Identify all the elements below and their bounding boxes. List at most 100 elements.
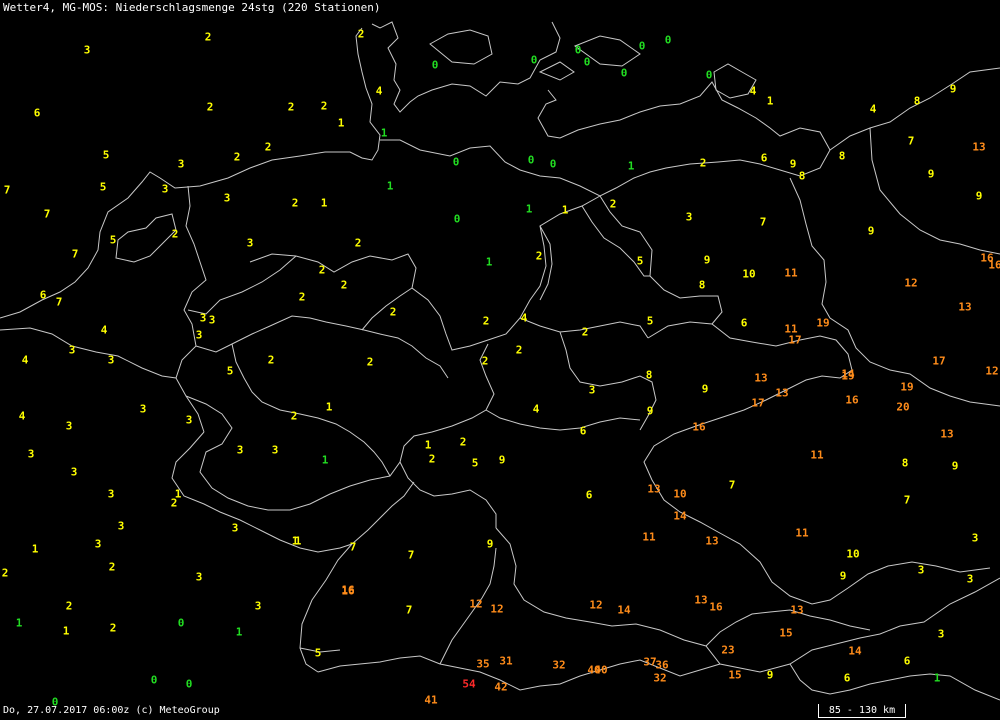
station-value: 0 — [452, 155, 460, 169]
station-value: 1 — [325, 400, 333, 414]
station-value: 2 — [233, 150, 241, 164]
station-value: 12 — [490, 602, 504, 616]
station-value: 16 — [988, 258, 1000, 272]
state-borders-6 — [539, 205, 650, 301]
station-value: 14 — [617, 603, 631, 617]
station-value: 3 — [231, 521, 239, 535]
station-value: 7 — [407, 548, 415, 562]
station-value: 9 — [646, 404, 654, 418]
station-value: 8 — [698, 278, 706, 292]
station-value: 13 — [972, 140, 986, 154]
station-value: 11 — [810, 448, 824, 462]
station-value: 1 — [766, 94, 774, 108]
station-value: 0 — [431, 58, 439, 72]
station-value: 2 — [354, 236, 362, 250]
station-value: 1 — [337, 116, 345, 130]
station-value: 3 — [685, 210, 693, 224]
station-value: 0 — [453, 212, 461, 226]
station-value: 3 — [68, 343, 76, 357]
station-value: 1 — [627, 159, 635, 173]
station-value: 7 — [903, 493, 911, 507]
state-borders-9 — [299, 547, 497, 665]
station-value: 2 — [170, 496, 178, 510]
station-value: 1 — [424, 438, 432, 452]
station-value: 3 — [223, 191, 231, 205]
station-value: 16 — [845, 393, 859, 407]
state-borders-1 — [249, 195, 601, 351]
station-value: 2 — [264, 140, 272, 154]
station-value: 8 — [913, 94, 921, 108]
station-value: 3 — [177, 157, 185, 171]
station-value: 9 — [927, 167, 935, 181]
station-value: 2 — [581, 325, 589, 339]
station-value: 5 — [314, 646, 322, 660]
station-value: 32 — [552, 658, 566, 672]
station-value: 7 — [759, 215, 767, 229]
station-value: 1 — [933, 671, 941, 685]
station-value: 4 — [520, 311, 528, 325]
footer-timestamp: Do, 27.07.2017 06:00z (c) MeteoGroup — [3, 705, 220, 716]
station-value: 2 — [609, 197, 617, 211]
station-value: 16 — [692, 420, 706, 434]
station-value: 2 — [287, 100, 295, 114]
station-value: 3 — [70, 465, 78, 479]
station-value: 3 — [65, 419, 73, 433]
station-value: 7 — [728, 478, 736, 492]
station-value: 0 — [574, 43, 582, 57]
station-value: 13 — [940, 427, 954, 441]
scale-bar-label: 85 - 130 km — [828, 705, 896, 716]
station-value: 1 — [320, 196, 328, 210]
station-value: 17 — [751, 396, 765, 410]
station-value: 1 — [31, 542, 39, 556]
station-value: 0 — [185, 677, 193, 691]
station-value: 11 — [795, 526, 809, 540]
station-value: 6 — [843, 671, 851, 685]
station-value: 5 — [102, 148, 110, 162]
station-value: 3 — [236, 443, 244, 457]
station-value: 3 — [199, 311, 207, 325]
station-value: 14 — [673, 509, 687, 523]
station-value: 13 — [775, 386, 789, 400]
station-value: 2 — [290, 409, 298, 423]
scale-bar: 85 - 130 km — [818, 704, 906, 718]
station-value: 2 — [535, 249, 543, 263]
station-value: 7 — [349, 540, 357, 554]
station-value: 12 — [904, 276, 918, 290]
station-value: 8 — [838, 149, 846, 163]
station-value: 9 — [789, 157, 797, 171]
station-value: 4 — [375, 84, 383, 98]
station-value: 19 — [841, 369, 855, 383]
station-value: 15 — [779, 626, 793, 640]
station-value: 10 — [846, 547, 860, 561]
station-value: 9 — [703, 253, 711, 267]
station-value: 2 — [515, 343, 523, 357]
station-value: 15 — [728, 668, 742, 682]
station-value: 3 — [917, 563, 925, 577]
station-value: 9 — [701, 382, 709, 396]
station-value: 7 — [71, 247, 79, 261]
station-value: 9 — [839, 569, 847, 583]
station-value: 5 — [226, 364, 234, 378]
station-value: 6 — [33, 106, 41, 120]
station-value: 2 — [267, 353, 275, 367]
station-value: 2 — [65, 599, 73, 613]
station-value: 12 — [589, 598, 603, 612]
station-value: 5 — [109, 233, 117, 247]
station-value: 23 — [721, 643, 735, 657]
station-value: 2 — [171, 227, 179, 241]
station-value: 1 — [235, 625, 243, 639]
border-pl — [789, 177, 1000, 407]
station-value: 3 — [271, 443, 279, 457]
station-value: 5 — [99, 180, 107, 194]
station-value: 2 — [459, 435, 467, 449]
state-borders-5 — [485, 317, 657, 431]
station-value: 3 — [107, 353, 115, 367]
state-borders-7 — [361, 287, 413, 331]
station-value: 9 — [766, 668, 774, 682]
station-value: 4 — [18, 409, 26, 423]
station-value: 2 — [206, 100, 214, 114]
station-value: 1 — [380, 126, 388, 140]
station-value: 14 — [848, 644, 862, 658]
station-value: 0 — [527, 153, 535, 167]
border-nl-de — [175, 185, 207, 433]
